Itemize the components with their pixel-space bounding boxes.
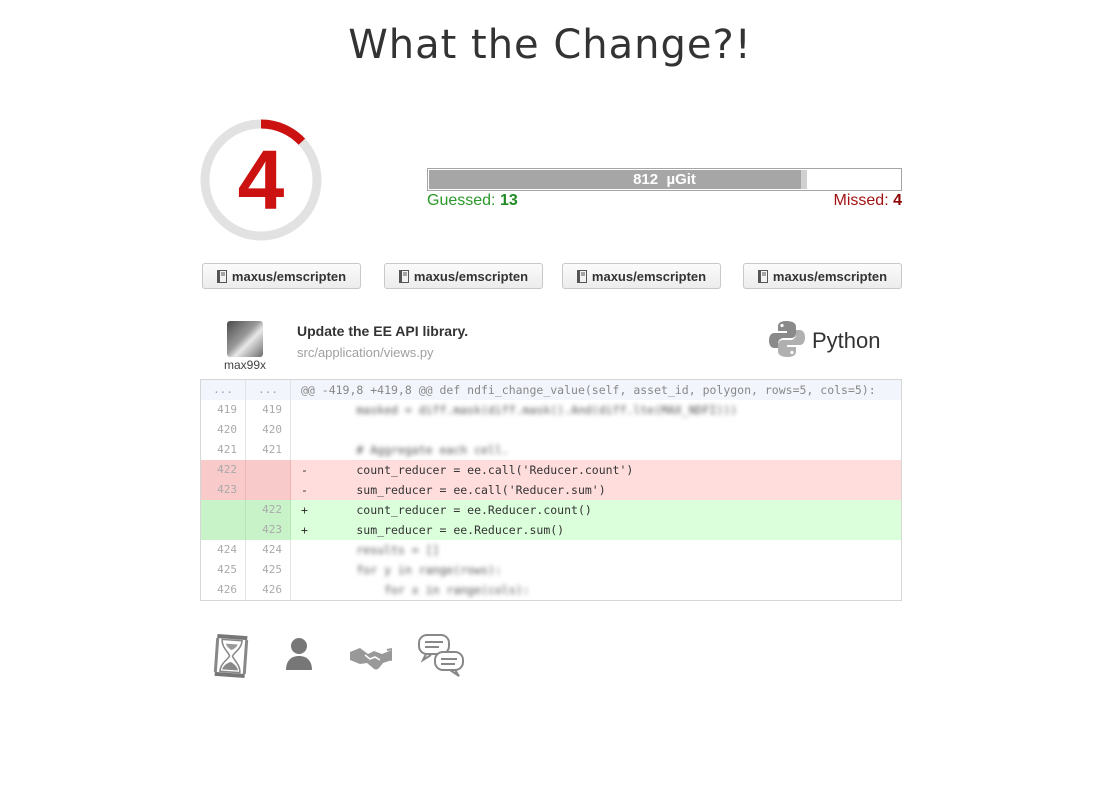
diff-code-line: masked = diff.mask(diff.mask().And(diff.… — [301, 403, 738, 417]
new-line-number: 426 — [246, 580, 291, 600]
new-line-number: 425 — [246, 560, 291, 580]
new-line-number — [246, 460, 291, 480]
chat-bubbles-icon[interactable] — [417, 632, 465, 680]
missed-count: Missed: 4 — [834, 192, 902, 210]
page-title: What the Change?! — [348, 22, 752, 68]
diff-code-line: - sum_reducer = ee.call('Reducer.sum') — [301, 483, 606, 497]
old-line-number: 421 — [201, 440, 246, 460]
diff-table: ...... @@ -419,8 +419,8 @@ def ndfi_chang… — [200, 379, 902, 601]
diff-code-line: + count_reducer = ee.Reducer.count() — [301, 503, 592, 517]
diff-code-line: # Aggregate each cell. — [301, 443, 509, 457]
handshake-icon[interactable] — [347, 632, 395, 680]
diff-code-line: for x in range(cols): — [301, 583, 530, 597]
commit-message: Update the EE API library. — [297, 323, 469, 339]
repo-book-icon — [757, 269, 768, 283]
old-line-number: ... — [201, 380, 246, 400]
new-line-number: 421 — [246, 440, 291, 460]
new-line-number: 420 — [246, 420, 291, 440]
commit-file-path: src/application/views.py — [297, 345, 434, 360]
score-label: 812 µGit — [633, 171, 696, 188]
diff-row-context: 420 420 — [201, 420, 901, 440]
old-line-number — [201, 500, 246, 520]
old-line-number: 419 — [201, 400, 246, 420]
repo-choice-label: maxus/emscripten — [231, 268, 347, 284]
avatar — [227, 321, 263, 357]
repo-book-icon — [398, 269, 409, 283]
diff-row-context: 421 421 # Aggregate each cell. — [201, 440, 901, 460]
repo-choice-label: maxus/emscripten — [591, 268, 707, 284]
new-line-number: 424 — [246, 540, 291, 560]
diff-code-line — [291, 420, 901, 440]
new-line-number — [246, 480, 291, 500]
missed-label: Missed: — [833, 192, 894, 209]
diff-code-line: + sum_reducer = ee.Reducer.sum() — [301, 523, 565, 537]
repo-choice-button-3[interactable]: maxus/emscripten — [562, 263, 721, 289]
diff-row-added: 423 + sum_reducer = ee.Reducer.sum() — [201, 520, 901, 540]
old-line-number: 420 — [201, 420, 246, 440]
guessed-value: 13 — [499, 192, 518, 209]
diff-code-line: @@ -419,8 +419,8 @@ def ndfi_change_valu… — [301, 383, 876, 397]
old-line-number: 422 — [201, 460, 246, 480]
user-icon[interactable] — [275, 632, 323, 680]
timer-value: 4 — [237, 133, 285, 227]
new-line-number: 422 — [246, 500, 291, 520]
diff-row-context: 424 424 results = [] — [201, 540, 901, 560]
diff-hunk-header: ...... @@ -419,8 +419,8 @@ def ndfi_chang… — [201, 380, 901, 400]
old-line-number — [201, 520, 246, 540]
new-line-number: 419 — [246, 400, 291, 420]
old-line-number: 423 — [201, 480, 246, 500]
hourglass-icon[interactable] — [207, 632, 255, 680]
guessed-count: Guessed: 13 — [427, 192, 518, 210]
repo-choice-button-1[interactable]: maxus/emscripten — [202, 263, 361, 289]
repo-choice-label: maxus/emscripten — [772, 268, 888, 284]
diff-row-deleted: 423 - sum_reducer = ee.call('Reducer.sum'… — [201, 480, 901, 500]
diff-row-context: 425 425 for y in range(rows): — [201, 560, 901, 580]
repo-choice-button-2[interactable]: maxus/emscripten — [384, 263, 543, 289]
diff-row-context: 419 419 masked = diff.mask(diff.mask().An… — [201, 400, 901, 420]
guessed-label: Guessed: — [427, 192, 500, 209]
old-line-number: 426 — [201, 580, 246, 600]
language-name: Python — [812, 328, 881, 353]
diff-code-line: - count_reducer = ee.call('Reducer.count… — [301, 463, 634, 477]
diff-code-line: results = [] — [301, 543, 440, 557]
repo-book-icon — [576, 269, 587, 283]
diff-row-added: 422 + count_reducer = ee.Reducer.count() — [201, 500, 901, 520]
missed-value: 4 — [893, 192, 902, 209]
countdown-timer: 4 — [199, 118, 323, 242]
repo-book-icon — [216, 269, 227, 283]
language-badge: Python — [768, 320, 881, 362]
commit-author: max99x — [223, 358, 267, 372]
diff-row-deleted: 422 - count_reducer = ee.call('Reducer.co… — [201, 460, 901, 480]
new-line-number: ... — [246, 380, 291, 400]
new-line-number: 423 — [246, 520, 291, 540]
diff-code-line: for y in range(rows): — [301, 563, 502, 577]
diff-row-context: 426 426 for x in range(cols): — [201, 580, 901, 600]
score-progress-bar: 812 µGit — [427, 168, 902, 191]
old-line-number: 424 — [201, 540, 246, 560]
old-line-number: 425 — [201, 560, 246, 580]
python-logo-icon — [768, 320, 806, 362]
repo-choice-button-4[interactable]: maxus/emscripten — [743, 263, 902, 289]
repo-choice-label: maxus/emscripten — [413, 268, 529, 284]
